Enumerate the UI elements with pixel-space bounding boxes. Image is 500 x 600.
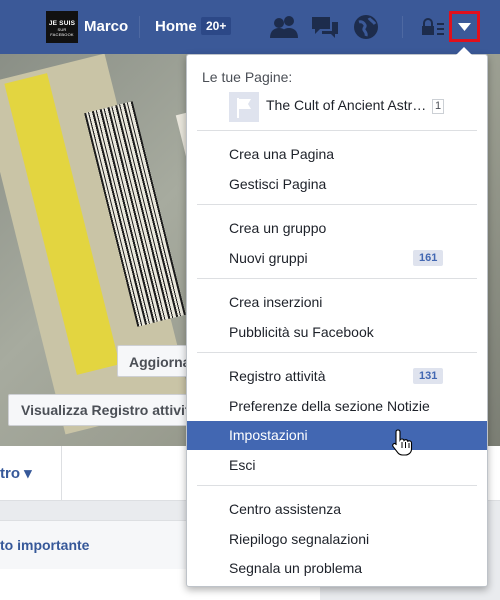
messages-icon[interactable] [310, 15, 340, 44]
menu-divider [197, 130, 477, 131]
menu-item-nuovi-gruppi[interactable]: Nuovi gruppi 161 [187, 244, 487, 273]
menu-item-count-badge: 161 [413, 249, 444, 266]
notifications-globe-icon[interactable] [353, 14, 379, 45]
avatar-subtext: SUR FACEBOOK [50, 27, 74, 37]
friend-requests-icon[interactable] [269, 15, 299, 44]
menu-item-label: Pubblicità su Facebook [229, 323, 374, 340]
important-event-link[interactable]: to importante [0, 537, 89, 553]
menu-divider [197, 352, 477, 353]
menu-item-crea-inserzioni[interactable]: Crea inserzioni [187, 288, 487, 317]
profile-avatar[interactable]: JE SUIS SUR FACEBOOK [46, 11, 78, 43]
menu-item-label: Crea una Pagina [229, 146, 335, 162]
profile-name-link[interactable]: Marco [84, 18, 128, 35]
chevron-down-icon [458, 23, 471, 31]
page-notification-count: 1 [432, 99, 445, 114]
menu-item-label: Riepilogo segnalazioni [229, 530, 370, 547]
menu-divider [197, 278, 477, 279]
menu-item-crea-una-pagina[interactable]: Crea una Pagina [187, 140, 487, 169]
menu-divider [197, 204, 477, 205]
hand-cursor-icon [392, 428, 414, 461]
view-activity-log-button[interactable]: Visualizza Registro attività [8, 394, 193, 426]
page-flag-icon [229, 92, 259, 122]
menu-item-centro-assistenza[interactable]: Centro assistenza [187, 495, 487, 524]
menu-divider [197, 485, 477, 486]
menu-item-impostazioni[interactable]: Impostazioni [187, 421, 487, 450]
menu-item-segnala-un-problema[interactable]: Segnala un problema [187, 554, 487, 583]
home-link[interactable]: Home [155, 18, 197, 35]
menu-item-esci[interactable]: Esci [187, 451, 487, 480]
menu-caret [456, 47, 472, 55]
menu-item-label: Impostazioni [229, 427, 308, 443]
menu-item-registro-attivit[interactable]: Registro attività 131 [187, 362, 487, 391]
top-navigation-bar: JE SUIS SUR FACEBOOK Marco Home 20+ [0, 0, 500, 54]
account-dropdown-menu: Le tue Pagine: The Cult of Ancient Astro… [186, 54, 488, 587]
menu-item-label: Centro assistenza [229, 501, 342, 517]
menu-item-pubblicit-su-facebook[interactable]: Pubblicità su Facebook [187, 318, 487, 347]
menu-item-label: Crea un gruppo [229, 220, 327, 236]
menu-item-label: Preferenze della sezione Notizie [229, 397, 430, 414]
menu-item-count-badge: 131 [413, 368, 444, 384]
menu-item-label: Nuovi gruppi [229, 249, 308, 266]
page-name: The Cult of Ancient Astronauts [266, 97, 431, 113]
menu-item-crea-un-gruppo[interactable]: Crea un gruppo [187, 214, 487, 243]
menu-item-riepilogo-segnalazioni[interactable]: Riepilogo segnalazioni [187, 525, 487, 554]
your-pages-heading: Le tue Pagine: [202, 69, 293, 85]
divider [61, 446, 62, 500]
menu-item-label: Esci [229, 456, 256, 473]
divider [402, 16, 403, 38]
privacy-shortcuts-icon[interactable] [421, 18, 445, 41]
menu-item-label: Gestisci Pagina [229, 175, 327, 192]
account-menu-dropdown-button[interactable] [449, 11, 480, 42]
tab-more[interactable]: tro ▾ [0, 464, 32, 482]
menu-item-label: Crea inserzioni [229, 294, 323, 310]
page-list-item[interactable]: The Cult of Ancient Astronauts 1 [187, 90, 487, 124]
menu-item-label: Registro attività [229, 368, 326, 384]
menu-item-preferenze-della-sezione-notizie[interactable]: Preferenze della sezione Notizie [187, 392, 487, 421]
home-count-badge: 20+ [201, 17, 232, 35]
menu-item-gestisci-pagina[interactable]: Gestisci Pagina [187, 170, 487, 199]
divider [139, 16, 140, 38]
menu-item-label: Segnala un problema [229, 560, 363, 576]
avatar-text: JE SUIS [48, 20, 76, 27]
